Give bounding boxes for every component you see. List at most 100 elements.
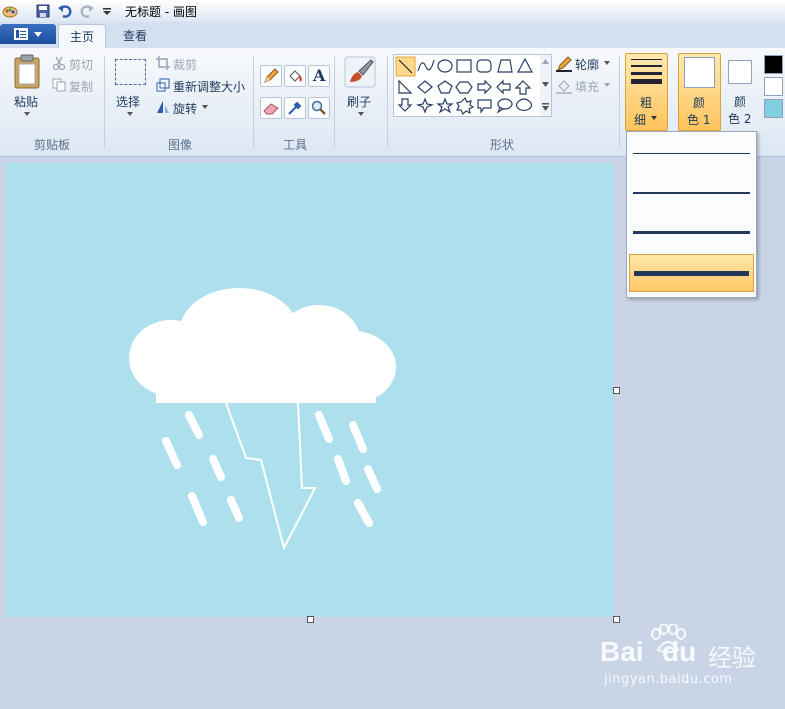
fill-dropdown-arrow-icon[interactable] [604, 83, 610, 87]
gallery-expand-icon[interactable] [542, 103, 549, 111]
undo-icon[interactable] [57, 3, 73, 19]
line-width-icon [631, 59, 662, 84]
ribbon-tab-row: 主页 查看 [0, 22, 785, 49]
rain-drops [162, 411, 381, 527]
outline-icon [556, 56, 572, 72]
clipboard-icon[interactable] [12, 54, 42, 90]
outline-button[interactable]: 轮廓 [575, 56, 599, 73]
clipboard-group-label: 剪贴板 [33, 138, 70, 152]
color1-swatch [684, 57, 715, 88]
scroll-up-icon[interactable] [542, 59, 549, 64]
rotate-dropdown-arrow-icon[interactable] [202, 105, 208, 109]
save-icon[interactable] [35, 3, 51, 19]
color1-button[interactable]: 颜 色 1 [678, 53, 721, 131]
fill-icon [556, 80, 572, 94]
color2-label-line1: 颜 [734, 95, 747, 109]
size-option-2[interactable] [629, 174, 754, 212]
tools-group-label: 工具 [282, 138, 307, 152]
paste-button[interactable]: 粘贴 [14, 93, 38, 110]
shapes-gallery-icons [395, 56, 534, 116]
select-dropdown-arrow-icon[interactable] [127, 112, 133, 116]
size-option-1[interactable] [629, 134, 754, 172]
customize-arrow-icon[interactable] [99, 3, 115, 19]
resize-icon [156, 78, 170, 92]
application-menu-button[interactable] [0, 24, 56, 44]
palette-color-white[interactable] [764, 77, 783, 96]
brush-icon[interactable] [344, 56, 376, 88]
scroll-down-icon[interactable] [542, 82, 549, 87]
size-option-3[interactable] [629, 214, 754, 252]
crop-icon [156, 56, 170, 70]
shapes-gallery [393, 54, 542, 117]
brushes-button[interactable]: 刷子 [347, 93, 371, 110]
size-dropdown-arrow-icon [651, 116, 657, 120]
paint-app-icon[interactable] [2, 3, 18, 19]
tab-view[interactable]: 查看 [110, 24, 160, 48]
palette-color-black[interactable] [764, 55, 783, 74]
rotate-icon [157, 101, 169, 113]
watermark-brand2: du [662, 636, 697, 667]
magnifier-tool[interactable] [308, 97, 330, 119]
pencil-tool[interactable] [260, 65, 282, 87]
color2-label-line2: 色 2 [728, 112, 752, 126]
text-tool[interactable]: A [308, 65, 330, 87]
redo-icon[interactable] [79, 3, 95, 19]
select-button[interactable]: 选择 [116, 93, 140, 110]
size-line-preview [633, 153, 750, 154]
window-title: 无标题 - 画图 [125, 5, 197, 19]
title-bar: 无标题 - 画图 [0, 0, 785, 23]
size-line-preview [634, 271, 749, 276]
cloud [129, 288, 396, 403]
color1-label-line1: 颜 [693, 96, 706, 110]
cut-button[interactable]: 剪切 [69, 56, 93, 73]
fill-tool[interactable] [284, 65, 306, 87]
fill-button[interactable]: 填充 [575, 78, 599, 95]
group-divider [104, 56, 105, 148]
watermark-product: 经验 [708, 644, 756, 672]
canvas-resize-handle-right[interactable] [613, 387, 620, 394]
color2-button[interactable]: 颜 色 2 [724, 53, 760, 129]
size-line-preview [633, 231, 750, 234]
crop-button[interactable]: 裁剪 [173, 56, 197, 73]
tab-home[interactable]: 主页 [58, 24, 106, 49]
palette-color-light-blue[interactable] [764, 99, 783, 118]
size-dropdown-menu [626, 131, 757, 298]
size-label-line2: 细 [634, 113, 647, 127]
eraser-icon [263, 103, 279, 115]
color-picker-icon [288, 101, 302, 115]
copy-button[interactable]: 复制 [69, 78, 93, 95]
watermark-url: jingyan.baidu.com [604, 672, 733, 687]
eraser-tool[interactable] [260, 97, 282, 119]
baidu-watermark: Bai du 经验 jingyan.baidu.com [600, 624, 780, 694]
scissors-icon [52, 56, 66, 70]
fill-bucket-icon [289, 70, 302, 82]
paste-dropdown-arrow-icon[interactable] [24, 112, 30, 116]
group-divider [619, 56, 620, 148]
color2-swatch [728, 60, 752, 84]
size-option-4-selected[interactable] [629, 254, 754, 292]
brushes-dropdown-arrow-icon[interactable] [358, 112, 364, 116]
resize-button[interactable]: 重新调整大小 [173, 78, 245, 95]
copy-icon [52, 78, 66, 92]
magnifier-icon [311, 100, 326, 115]
select-rectangle-icon[interactable] [115, 59, 146, 85]
size-button[interactable]: 粗 细 [625, 53, 668, 131]
watermark-brand: Bai [600, 636, 644, 667]
color1-label-line2: 色 1 [687, 113, 711, 127]
outline-dropdown-arrow-icon[interactable] [604, 61, 610, 65]
lightning-bolt [225, 402, 317, 551]
canvas-resize-handle-corner[interactable] [613, 616, 620, 623]
text-icon: A [313, 66, 326, 85]
drawing-canvas[interactable] [6, 163, 613, 617]
shapes-gallery-scroll[interactable] [540, 54, 552, 117]
group-divider [387, 56, 388, 148]
canvas-drawing [129, 288, 396, 551]
shapes-group-label: 形状 [489, 138, 514, 152]
canvas-resize-handle-bottom[interactable] [307, 616, 314, 623]
pencil-icon [264, 68, 279, 83]
group-divider [253, 56, 254, 148]
color-picker-tool[interactable] [284, 97, 306, 119]
group-divider [334, 56, 335, 148]
rotate-button[interactable]: 旋转 [173, 100, 197, 117]
chevron-down-icon [34, 32, 42, 37]
